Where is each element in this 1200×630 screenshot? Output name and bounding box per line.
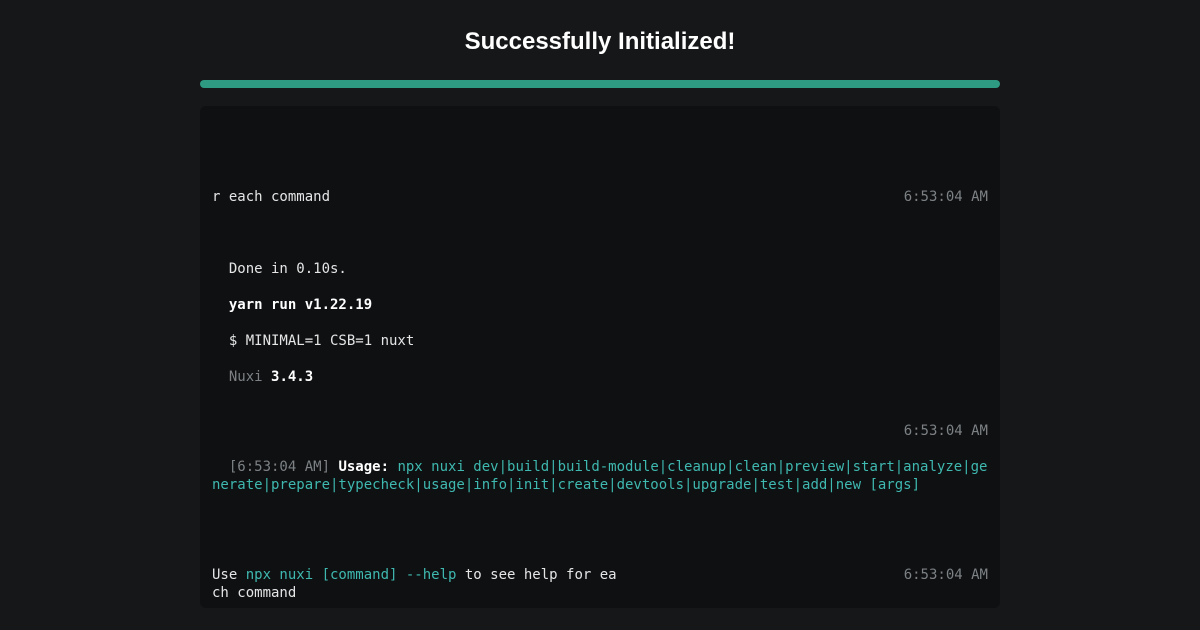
terminal-line: r each command 6:53:04 AM <box>212 188 988 206</box>
terminal-line: Done in 0.10s. <box>229 261 347 277</box>
terminal-line: $ MINIMAL=1 CSB=1 nuxt <box>229 333 414 349</box>
terminal-line: yarn run v1.22.19 <box>229 297 372 313</box>
terminal-line: Use npx nuxi [command] --help to see hel… <box>212 566 988 602</box>
terminal-output[interactable]: r each command 6:53:04 AM Done in 0.10s.… <box>200 106 1000 608</box>
terminal-line: Nuxi 3.4.3 <box>229 369 313 385</box>
terminal-line: 6:53:04 AM <box>212 422 988 440</box>
progress-bar <box>200 80 1000 88</box>
terminal-line: [6:53:04 AM] Usage: npx nuxi dev|build|b… <box>212 459 987 493</box>
page-title: Successfully Initialized! <box>465 28 736 56</box>
